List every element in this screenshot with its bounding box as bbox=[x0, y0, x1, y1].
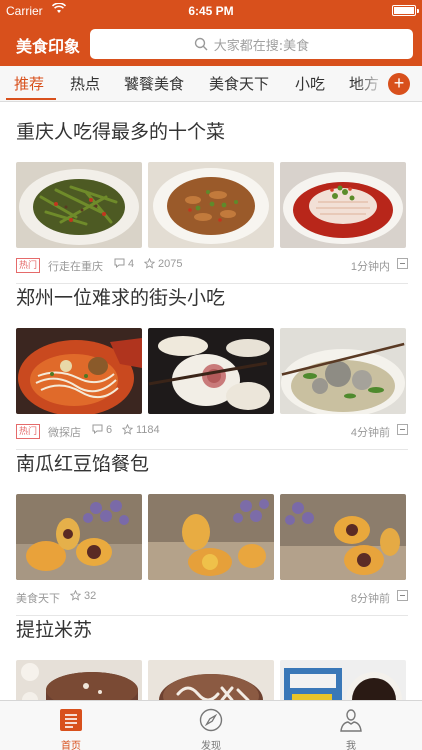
article-photo[interactable] bbox=[280, 162, 406, 248]
search-input[interactable]: 大家都在搜:美食 bbox=[90, 29, 413, 59]
app-title: 美食印象 bbox=[16, 37, 81, 56]
article-source[interactable]: 微探店 bbox=[48, 424, 81, 440]
article-title[interactable]: 南瓜红豆馅餐包 bbox=[16, 449, 149, 476]
header: Carrier 6:45 PM 美食印象 大家都在搜:美食 bbox=[0, 0, 422, 66]
comment-icon bbox=[92, 424, 103, 437]
bottom-tab-label: 首页 bbox=[61, 741, 81, 750]
article-photo[interactable] bbox=[280, 494, 406, 580]
tab-gourmet[interactable]: 饕餮美食 bbox=[124, 73, 184, 94]
navbar: 美食印象 大家都在搜:美食 bbox=[0, 22, 422, 66]
dismiss-icon[interactable] bbox=[397, 424, 408, 435]
bottom-tab-me[interactable]: 我 bbox=[281, 701, 421, 750]
article-photo[interactable] bbox=[280, 328, 406, 414]
article-photo[interactable] bbox=[16, 660, 142, 700]
article-photo[interactable] bbox=[148, 162, 274, 248]
bottom-tab-bar: 首页 发现 我 bbox=[0, 700, 422, 750]
article-source[interactable]: 行走在重庆 bbox=[48, 258, 103, 274]
search-placeholder: 大家都在搜:美食 bbox=[213, 38, 310, 54]
star-count: 1184 bbox=[136, 424, 160, 436]
article-title[interactable]: 重庆人吃得最多的十个菜 bbox=[16, 117, 225, 144]
article-photo[interactable] bbox=[16, 328, 142, 414]
article-time: 4分钟前 bbox=[350, 427, 390, 439]
active-tab-indicator bbox=[6, 98, 56, 100]
category-tabs: 推荐 热点 饕餮美食 美食天下 小吃 地方 + bbox=[0, 66, 422, 102]
dismiss-icon[interactable] bbox=[397, 590, 408, 601]
tab-snacks[interactable]: 小吃 bbox=[295, 73, 325, 94]
article-photo[interactable] bbox=[16, 162, 142, 248]
hot-badge: 热门 bbox=[16, 424, 41, 439]
article-title[interactable]: 提拉米苏 bbox=[16, 615, 92, 642]
article-meta: 热门 行走在重庆 4 2075 1分钟内 bbox=[16, 257, 408, 273]
star-icon bbox=[69, 589, 82, 604]
article-photo[interactable] bbox=[280, 660, 406, 700]
article-source[interactable]: 美食天下 bbox=[16, 590, 60, 606]
article-photo[interactable] bbox=[148, 660, 274, 700]
article-feed: 重庆人吃得最多的十个菜 热门 行走在重庆 4 2075 1分钟内 郑州一位难求的… bbox=[0, 103, 422, 700]
status-bar: Carrier 6:45 PM bbox=[0, 0, 422, 22]
bottom-tab-discover[interactable]: 发现 bbox=[141, 701, 281, 750]
tab-recommend[interactable]: 推荐 bbox=[14, 73, 44, 94]
comment-count: 4 bbox=[128, 258, 135, 270]
news-icon bbox=[60, 709, 82, 731]
bottom-tab-label: 发现 bbox=[201, 741, 221, 750]
add-tab-button[interactable]: + bbox=[388, 73, 410, 95]
article-time: 1分钟内 bbox=[350, 261, 390, 273]
battery-icon bbox=[392, 5, 419, 16]
article-photo[interactable] bbox=[148, 494, 274, 580]
article-photo[interactable] bbox=[16, 494, 142, 580]
star-icon bbox=[143, 257, 156, 272]
bottom-tab-home[interactable]: 首页 bbox=[1, 701, 141, 750]
tab-fade bbox=[356, 66, 386, 101]
compass-icon bbox=[199, 708, 223, 732]
comment-icon bbox=[114, 258, 125, 271]
article-time: 8分钟前 bbox=[350, 593, 390, 605]
search-icon bbox=[194, 37, 208, 51]
dismiss-icon[interactable] bbox=[397, 258, 408, 269]
tab-hot[interactable]: 热点 bbox=[70, 73, 100, 94]
comment-count: 6 bbox=[106, 424, 113, 436]
star-count: 32 bbox=[84, 590, 97, 602]
article-meta: 美食天下 32 8分钟前 bbox=[16, 589, 408, 605]
star-icon bbox=[121, 423, 134, 438]
article-meta: 热门 微探店 6 1184 4分钟前 bbox=[16, 423, 408, 439]
bottom-tab-label: 我 bbox=[346, 741, 356, 750]
status-time: 6:45 PM bbox=[188, 4, 234, 18]
hot-badge: 热门 bbox=[16, 258, 41, 273]
profile-icon bbox=[340, 709, 362, 732]
article-photo[interactable] bbox=[148, 328, 274, 414]
tab-food-world[interactable]: 美食天下 bbox=[209, 73, 269, 94]
star-count: 2075 bbox=[158, 258, 183, 270]
article-title[interactable]: 郑州一位难求的街头小吃 bbox=[16, 283, 225, 310]
